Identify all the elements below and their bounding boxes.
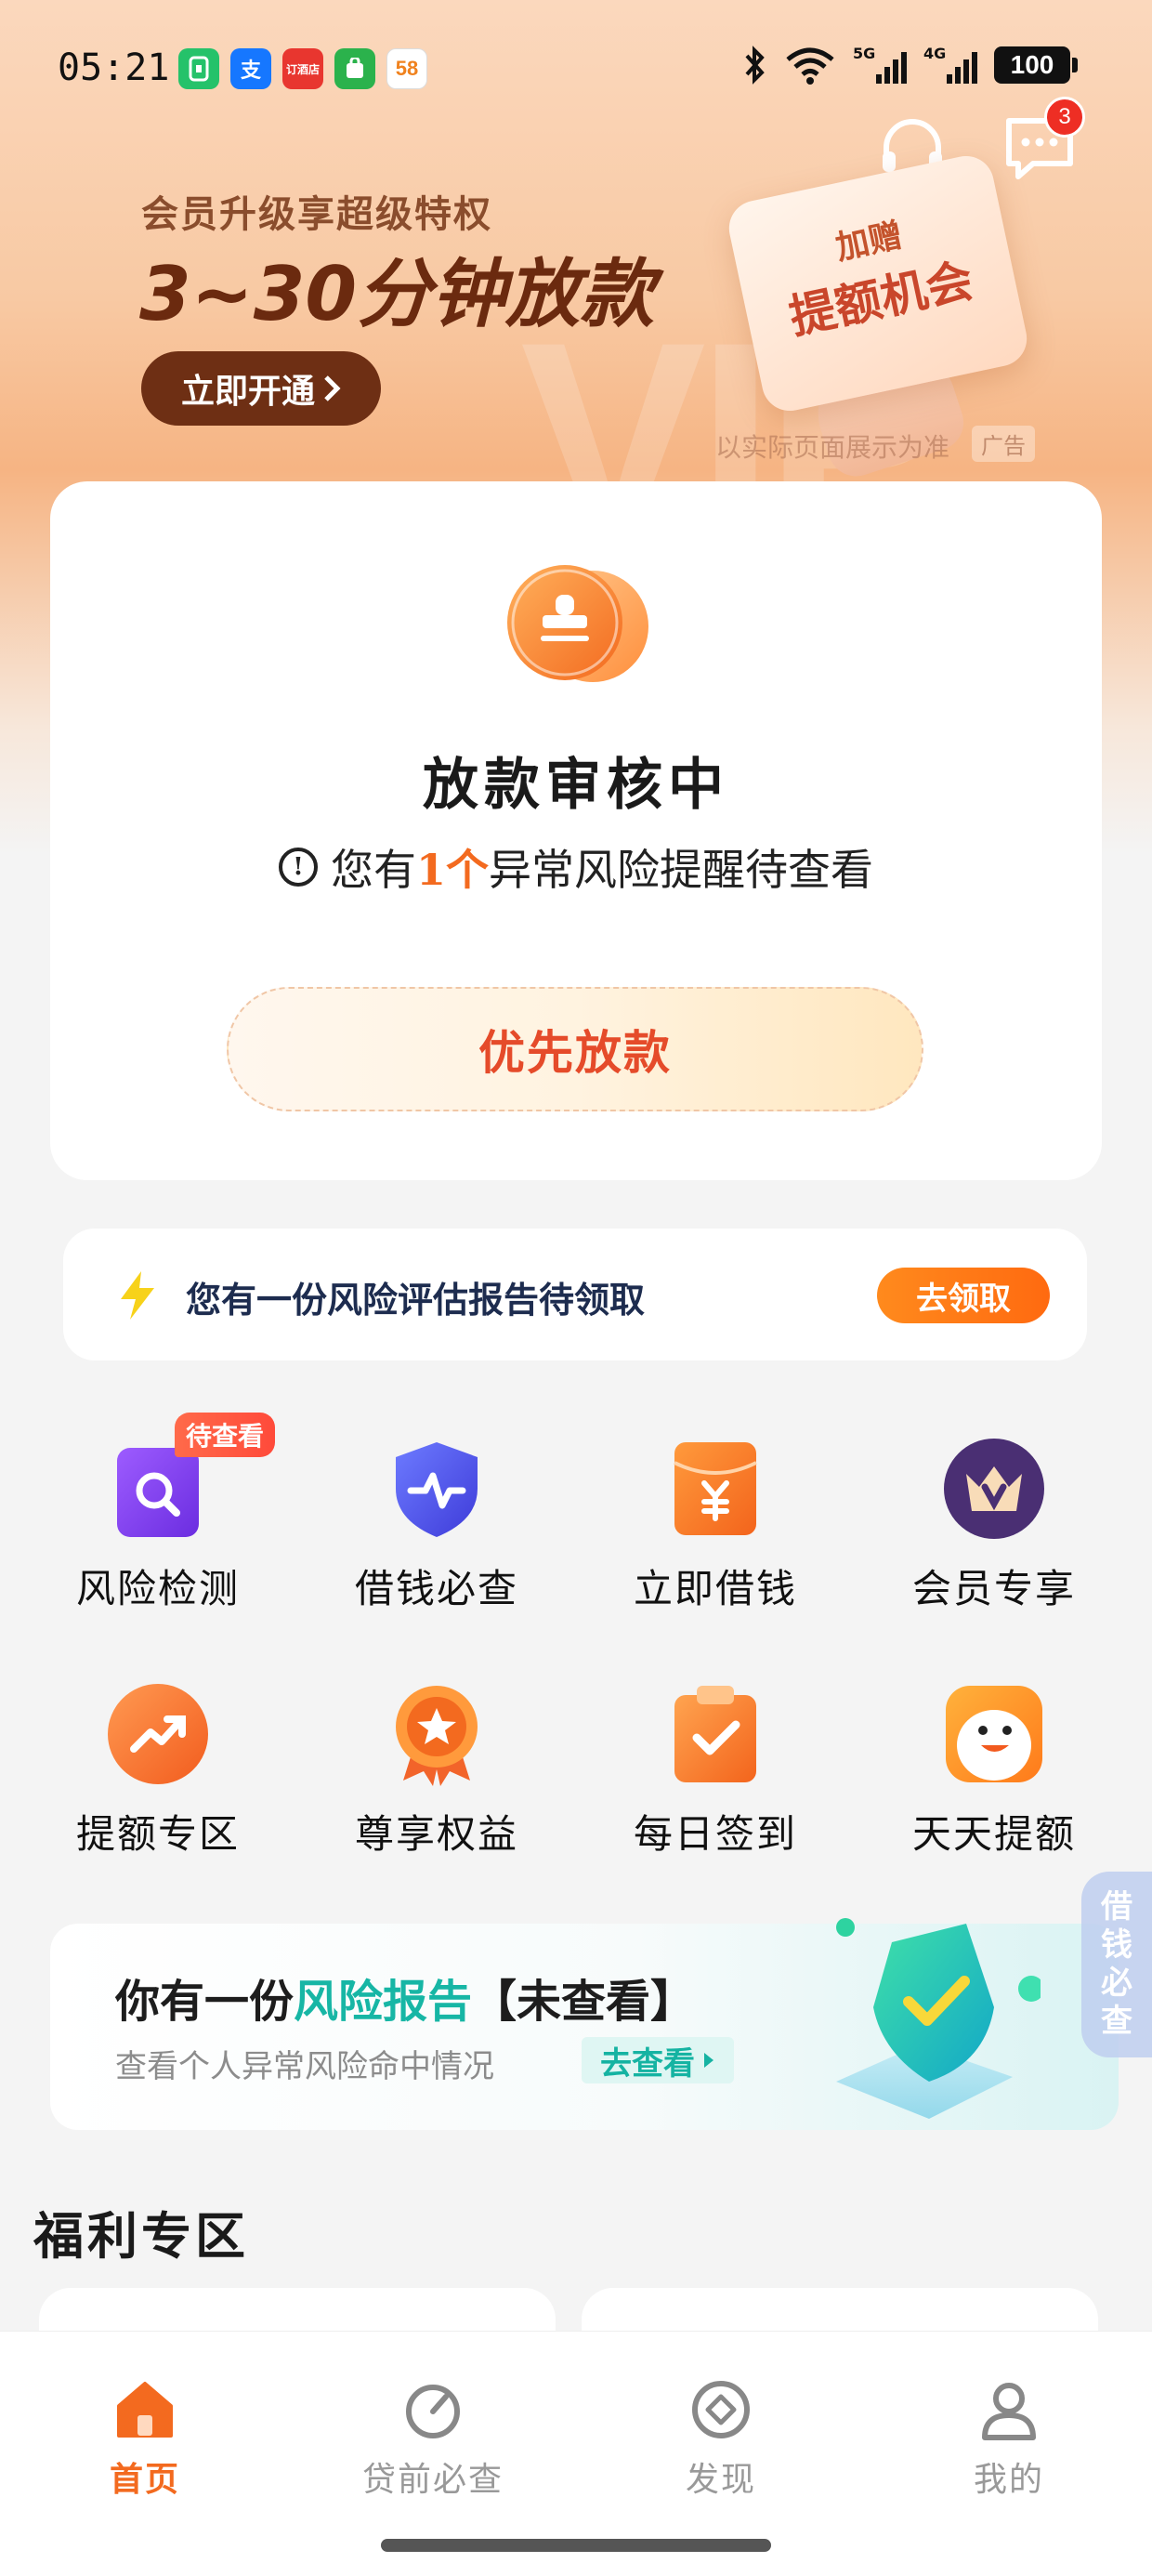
activate-button-label: 立即开通 [180, 373, 315, 411]
side-tab-char: 查 [1101, 2002, 1132, 2040]
view-report-label: 去查看 [600, 2044, 695, 2083]
grid-item-raise-limit[interactable]: 提额专区 [19, 1647, 297, 1870]
grid-item-label: 借钱必查 [354, 1566, 518, 1611]
bluetooth-icon [745, 46, 765, 85]
battery-indicator: 100 [994, 46, 1078, 84]
claim-report-button[interactable]: 去领取 [877, 1268, 1050, 1323]
tab-label: 我的 [973, 2461, 1044, 2499]
ad-tag: 广告 [972, 426, 1035, 462]
grid-item-must-check[interactable]: 借钱必查 [297, 1401, 576, 1624]
status-right: 5G 4G 100 [743, 45, 1078, 85]
tab-precheck[interactable]: 贷前必查 [331, 2378, 535, 2508]
grid-item-label: 立即借钱 [633, 1566, 797, 1611]
risk-banner-title: 你有一份风险报告【未查看】 [115, 1965, 695, 2030]
checkin-clipboard-icon [674, 1686, 756, 1782]
risk-title-prefix: 你有一份 [115, 1976, 295, 2028]
grid-item-borrow-now[interactable]: 立即借钱 [576, 1401, 855, 1624]
grid-item-daily-raise[interactable]: 天天提额 [855, 1647, 1133, 1870]
welfare-section-title: 福利专区 [33, 2206, 249, 2266]
store-app-icon: 订酒店 [282, 48, 323, 89]
status-bar: 05:21 支 订酒店 58 5G 4G 100 [0, 37, 1152, 102]
grid-item-risk-check[interactable]: 待查看 风险检测 [19, 1401, 297, 1624]
vip-crown-icon [944, 1439, 1044, 1539]
green-shop-app-icon [334, 48, 375, 89]
grid-item-daily-checkin[interactable]: 每日签到 [576, 1647, 855, 1870]
trend-up-icon [108, 1684, 208, 1784]
risk-title-suffix: 【未查看】 [472, 1976, 696, 2028]
home-icon [117, 2382, 173, 2438]
lightning-icon [121, 1271, 154, 1320]
duck-mascot-icon [946, 1686, 1042, 1782]
grid-item-label: 每日签到 [633, 1811, 797, 1857]
review-stamp-icon [507, 565, 648, 682]
grid-item-label: 风险检测 [75, 1566, 240, 1611]
warning-icon: ! [278, 848, 318, 887]
banner-subtitle: 会员升级享超级特权 [141, 193, 492, 236]
warning-suffix: 异常风险提醒待查看 [489, 845, 873, 895]
ad-disclaimer: 以实际页面展示为准 [715, 432, 950, 463]
risk-warning[interactable]: ! 您有1个异常风险提醒待查看 [50, 836, 1102, 898]
risk-banner-subtitle: 查看个人异常风险命中情况 [115, 2048, 494, 2085]
shield-check-illustration [836, 1918, 1041, 2119]
tab-label: 贷前必查 [361, 2461, 504, 2499]
gauge-icon [406, 2385, 460, 2438]
borrow-check-side-tab[interactable]: 借 钱 必 查 [1081, 1872, 1152, 2057]
tab-label: 首页 [109, 2460, 180, 2499]
activate-button[interactable]: 立即开通 [141, 351, 381, 426]
tab-label: 发现 [685, 2461, 756, 2499]
58-app-icon: 58 [386, 48, 427, 89]
warning-count: 1个 [415, 845, 489, 895]
risk-report-strip[interactable]: 您有一份风险评估报告待领取 去领取 [63, 1229, 1087, 1360]
grid-item-label: 天天提额 [911, 1811, 1076, 1857]
caret-right-icon [704, 2053, 713, 2068]
warning-prefix: 您有 [330, 845, 416, 895]
message-badge: 3 [1044, 97, 1085, 138]
tab-discover[interactable]: 发现 [619, 2378, 823, 2508]
priority-loan-button[interactable]: 优先放款 [227, 987, 923, 1111]
home-indicator[interactable] [381, 2539, 771, 2552]
medal-icon [396, 1686, 478, 1786]
signal-5g-icon: 5G [853, 45, 907, 85]
notification-app-icons: 支 订酒店 58 [178, 48, 427, 89]
alipay-app-icon: 支 [230, 48, 271, 89]
side-tab-char: 钱 [1101, 1926, 1132, 1965]
view-report-link[interactable]: 去查看 [582, 2037, 734, 2083]
grid-item-label: 会员专享 [911, 1566, 1076, 1611]
report-strip-text: 您有一份风险评估报告待领取 [186, 1280, 646, 1321]
wifi-icon [786, 47, 834, 85]
status-time: 05:21 [58, 46, 170, 89]
green-phone-app-icon [178, 48, 219, 89]
risk-title-highlight: 风险报告 [294, 1976, 473, 2028]
signal-4g-icon: 4G [923, 45, 977, 85]
pending-tag: 待查看 [175, 1413, 276, 1457]
discover-icon [692, 2381, 750, 2438]
loan-status-card: 放款审核中 ! 您有1个异常风险提醒待查看 优先放款 [50, 481, 1102, 1180]
grid-item-vip[interactable]: 会员专享 [855, 1401, 1133, 1624]
banner-title: 3~30分钟放款 [139, 251, 655, 337]
profile-icon [982, 2383, 1036, 2440]
side-tab-char: 必 [1101, 1965, 1132, 2002]
grid-item-privileges[interactable]: 尊享权益 [297, 1647, 576, 1870]
status-title: 放款审核中 [423, 753, 729, 818]
tab-profile[interactable]: 我的 [907, 2378, 1111, 2508]
chevron-right-icon [324, 375, 341, 401]
grid-item-label: 尊享权益 [354, 1811, 518, 1857]
grid-item-label: 提额专区 [75, 1811, 240, 1857]
pulse-shield-icon [396, 1442, 478, 1537]
tab-home[interactable]: 首页 [43, 2378, 247, 2508]
side-tab-char: 借 [1101, 1888, 1132, 1926]
yen-envelope-icon [674, 1442, 757, 1535]
